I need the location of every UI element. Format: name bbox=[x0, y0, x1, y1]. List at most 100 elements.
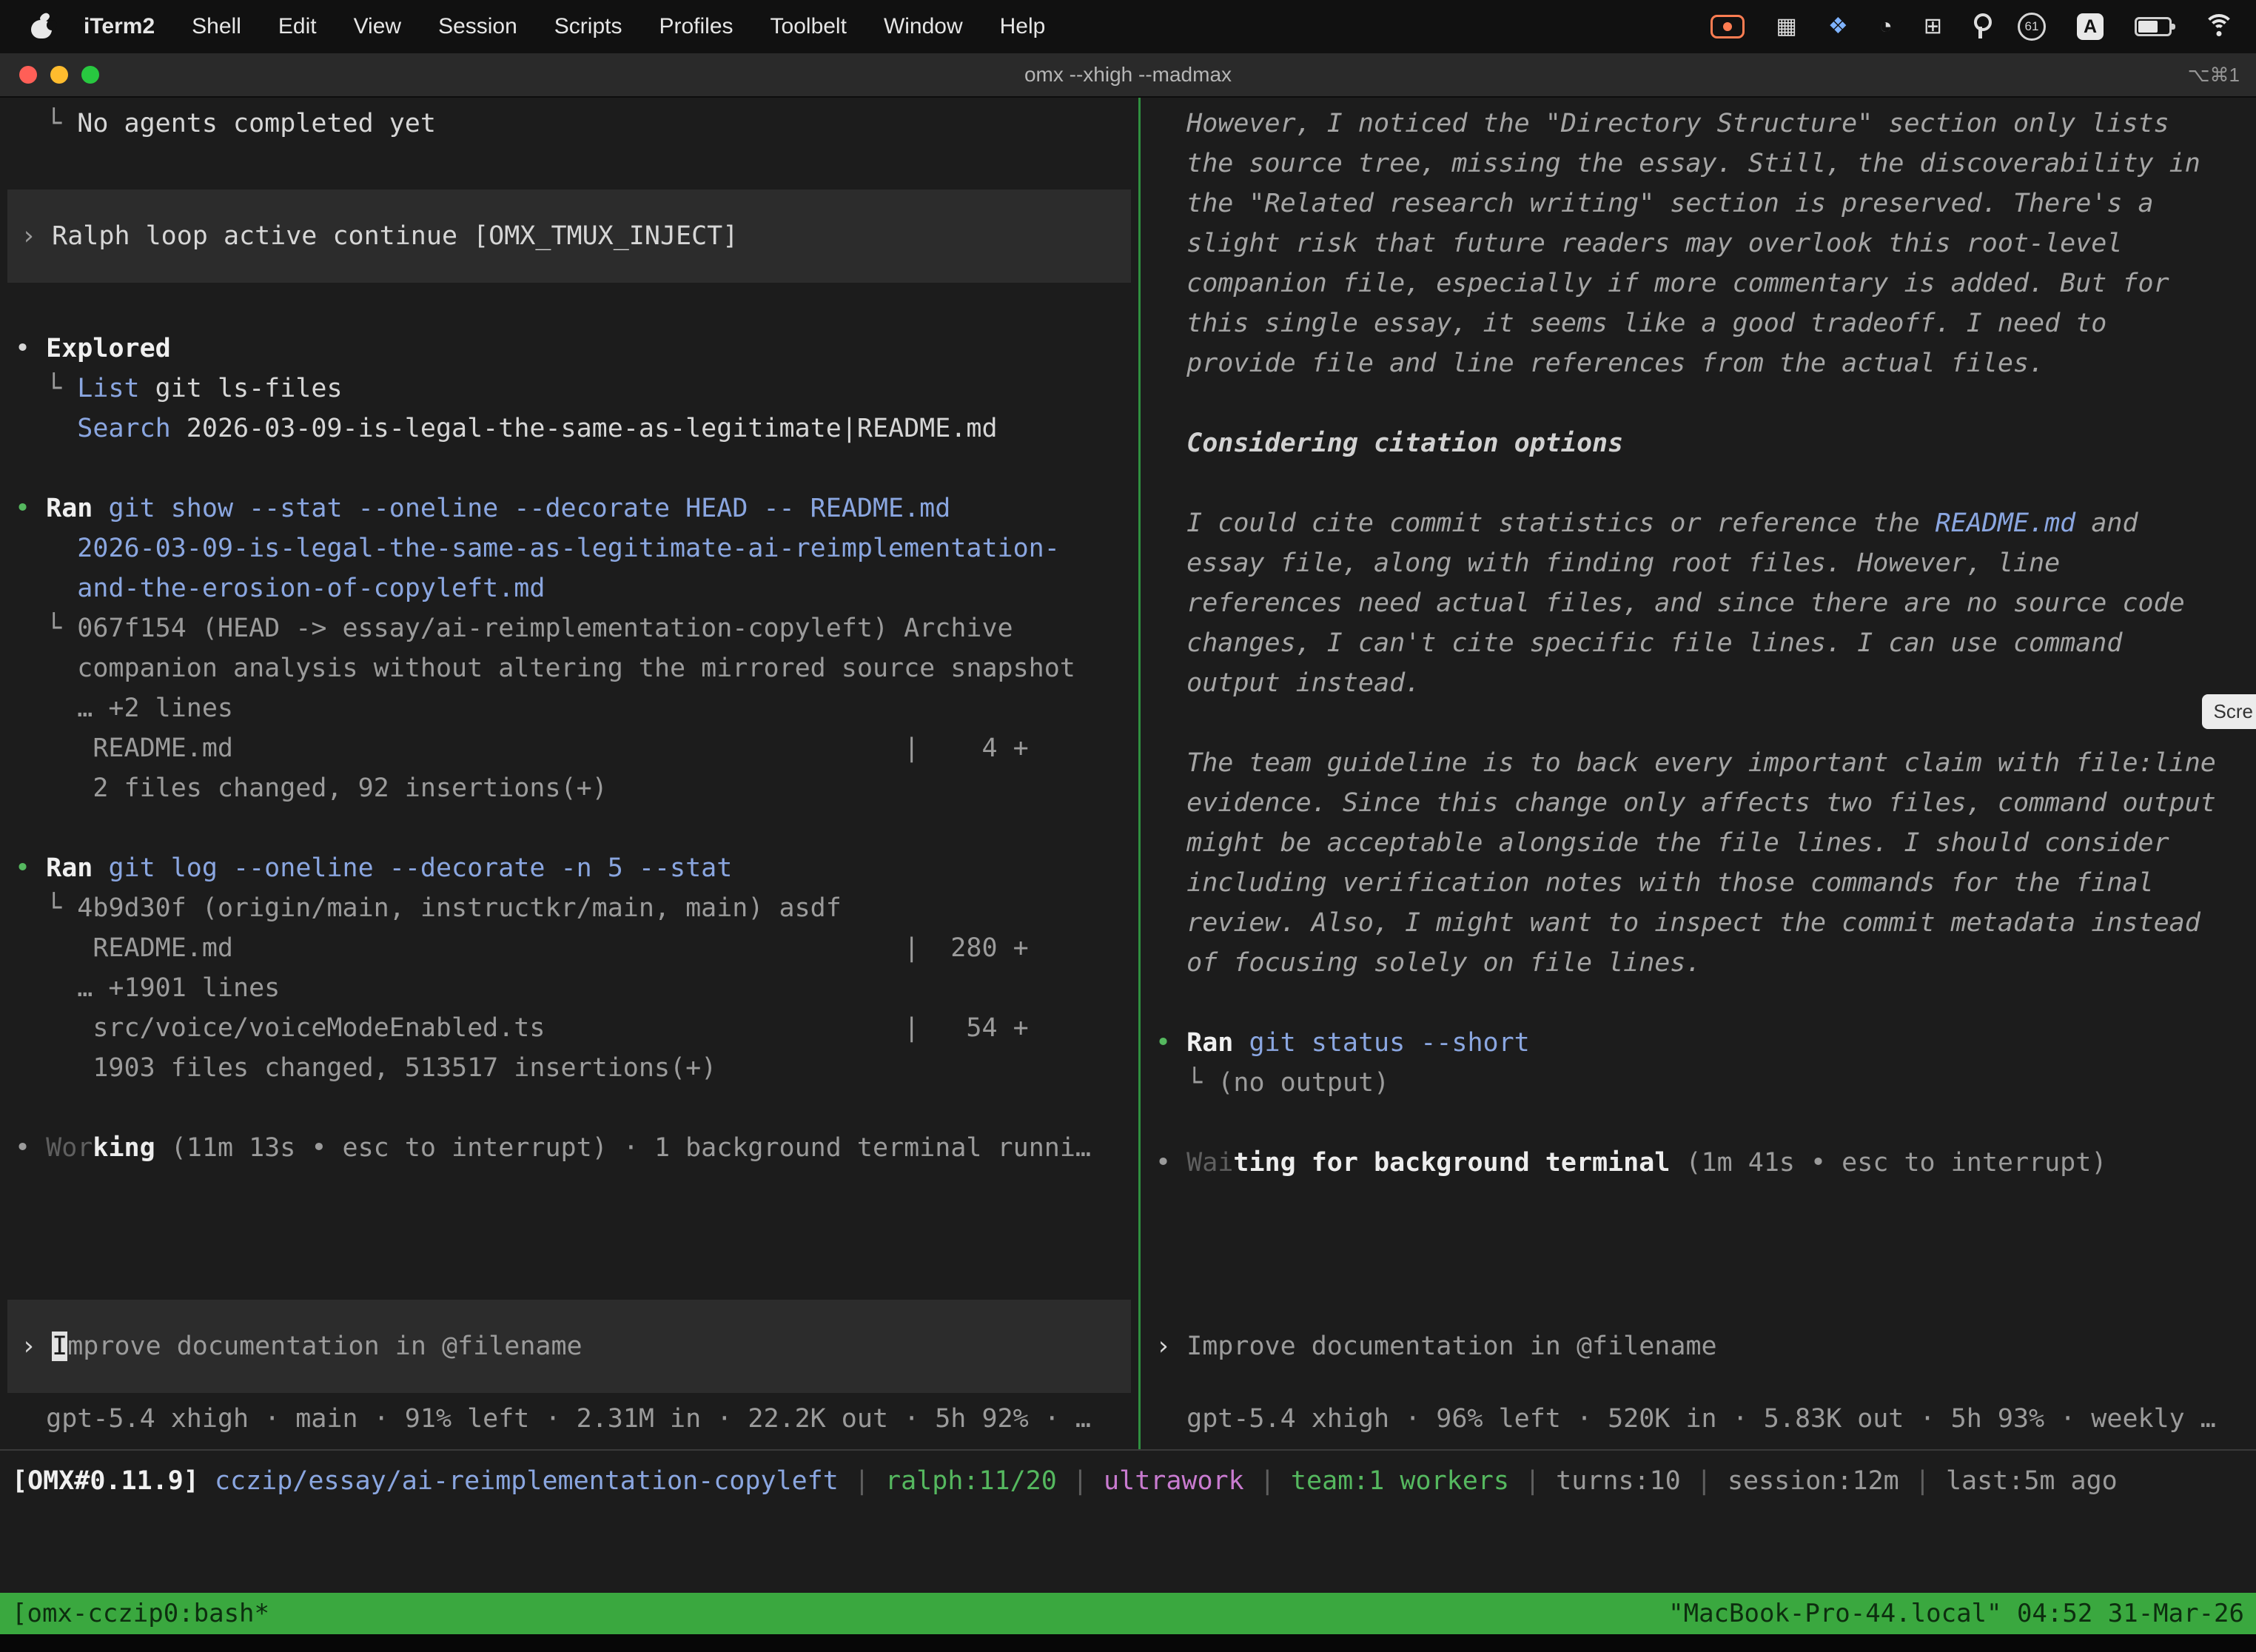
battery-percent-badge[interactable]: 61 bbox=[2018, 13, 2046, 41]
terminal-line: companion analysis without altering the … bbox=[0, 648, 1138, 688]
menu-item-view[interactable]: View bbox=[335, 14, 420, 39]
text-segment: README.md | 280 + bbox=[15, 933, 1029, 963]
input-source-icon[interactable]: A bbox=[2077, 13, 2104, 40]
tool-call-line: • Ran git show --stat --oneline --decora… bbox=[0, 488, 1138, 528]
key-icon[interactable] bbox=[1973, 13, 1987, 40]
text-segment: | bbox=[839, 1466, 885, 1496]
omx-status-line-text: [OMX#0.11.9] cczip/essay/ai-reimplementa… bbox=[0, 1461, 2256, 1501]
battery-icon[interactable] bbox=[2135, 17, 2172, 36]
text-segment: Considering citation options bbox=[1155, 429, 1623, 458]
menu-item-window[interactable]: Window bbox=[865, 14, 981, 39]
text-segment: essay file, along with finding root file… bbox=[1155, 548, 2060, 578]
terminal-line: the "Related research writing" section i… bbox=[1141, 184, 2256, 224]
window-title-bar[interactable]: omx --xhigh --madmax ⌥⌘1 bbox=[0, 53, 2256, 98]
screen-share-tooltip[interactable]: Scre bbox=[2202, 694, 2256, 729]
terminal-line: 1903 files changed, 513517 insertions(+) bbox=[0, 1048, 1138, 1088]
text-segment: references need actual files, and since … bbox=[1155, 588, 2185, 618]
terminal-line: README.md | 4 + bbox=[0, 728, 1138, 768]
terminal-line bbox=[0, 1088, 1138, 1128]
prompt-input: › Improve documentation in @filename bbox=[10, 1326, 1128, 1366]
text-segment: provide file and line references from th… bbox=[1155, 349, 2044, 378]
left-pane[interactable]: └ No agents completed yet › Ralph loop a… bbox=[0, 98, 1138, 1449]
text-segment: Wai bbox=[1186, 1148, 1233, 1178]
text-segment: └ bbox=[15, 893, 77, 923]
text-segment: └ bbox=[1155, 1068, 1218, 1098]
menu-item-toolbelt[interactable]: Toolbelt bbox=[752, 14, 865, 39]
menu-item-session[interactable]: Session bbox=[420, 14, 536, 39]
terminal-line bbox=[0, 808, 1138, 848]
screen-recording-indicator[interactable] bbox=[1711, 15, 1745, 38]
minimize-button[interactable] bbox=[50, 66, 68, 84]
text-segment: Improve documentation in @filename bbox=[1186, 1332, 1716, 1361]
macos-menu-bar: iTerm2ShellEditViewSessionScriptsProfile… bbox=[0, 0, 2256, 53]
tool-call-line: Search 2026-03-09-is-legal-the-same-as-l… bbox=[0, 409, 1138, 449]
tmux-session-label: [omx-cczip0:bash* bbox=[12, 1599, 269, 1628]
text-segment: I bbox=[52, 1332, 67, 1361]
keypad-icon[interactable]: ▦ bbox=[1776, 16, 1796, 38]
text-segment: (no output) bbox=[1218, 1068, 1389, 1098]
app-grid-icon[interactable]: ⊞ bbox=[1924, 16, 1942, 38]
text-segment: └ bbox=[15, 109, 77, 138]
text-segment: 2026-03-09-is-legal-the-same-as-legitima… bbox=[77, 534, 1060, 563]
text-segment: Ran bbox=[1186, 1028, 1233, 1058]
omx-status-line: [OMX#0.11.9] cczip/essay/ai-reimplementa… bbox=[0, 1461, 2256, 1501]
zoom-button[interactable] bbox=[81, 66, 99, 84]
menu-item-edit[interactable]: Edit bbox=[260, 14, 335, 39]
terminal-line bbox=[1141, 983, 2256, 1023]
menu-items: iTerm2ShellEditViewSessionScriptsProfile… bbox=[65, 14, 1064, 39]
text-segment: › bbox=[21, 1332, 52, 1361]
tool-output-line: └ (no output) bbox=[1141, 1063, 2256, 1103]
menu-item-iterm2[interactable]: iTerm2 bbox=[65, 14, 173, 39]
menu-item-shell[interactable]: Shell bbox=[173, 14, 260, 39]
text-segment: Ran bbox=[46, 853, 93, 883]
text-segment: 1903 files changed, 513517 insertions(+) bbox=[15, 1053, 716, 1083]
text-segment: Ran bbox=[46, 494, 93, 523]
text-segment: of focusing solely on file lines. bbox=[1155, 948, 1702, 978]
text-segment: List bbox=[77, 374, 139, 403]
terminal-line: … +2 lines bbox=[0, 688, 1138, 728]
text-segment: evidence. Since this change only affects… bbox=[1155, 788, 2216, 818]
terminal-line: companion file, especially if more comme… bbox=[1141, 263, 2256, 303]
ralph-loop-banner: › Ralph loop active continue [OMX_TMUX_I… bbox=[7, 189, 1131, 283]
text-segment: • bbox=[15, 494, 46, 523]
text-segment: README.md bbox=[1936, 508, 2076, 538]
text-segment: changes, I can't cite specific file line… bbox=[1155, 628, 2122, 658]
text-segment: └ bbox=[15, 374, 77, 403]
raycast-icon[interactable]: ❖ bbox=[1828, 16, 1848, 38]
text-segment: last:5m ago bbox=[1946, 1466, 2118, 1496]
text-segment: … +2 lines bbox=[15, 694, 233, 723]
battery-icon-fill bbox=[2138, 21, 2158, 33]
right-pane-bottom: › Improve documentation in @filename gpt… bbox=[1141, 1326, 2256, 1439]
text-segment: README.md | 4 + bbox=[15, 733, 1029, 763]
apple-menu-icon[interactable] bbox=[31, 15, 52, 38]
terminal-line bbox=[1141, 1103, 2256, 1143]
text-segment bbox=[93, 494, 108, 523]
prompt-input[interactable]: › Improve documentation in @filename bbox=[7, 1300, 1131, 1393]
menu-item-help[interactable]: Help bbox=[981, 14, 1064, 39]
terminal-line: provide file and line references from th… bbox=[1141, 343, 2256, 383]
terminal-line bbox=[0, 144, 1138, 184]
bottom-strip bbox=[0, 1634, 2256, 1652]
text-segment: 2 files changed, 92 insertions(+) bbox=[15, 773, 608, 803]
window-title: omx --xhigh --madmax bbox=[0, 63, 2256, 87]
terminal-line: 2 files changed, 92 insertions(+) bbox=[0, 768, 1138, 808]
menu-item-scripts[interactable]: Scripts bbox=[536, 14, 641, 39]
window-controls bbox=[0, 66, 99, 84]
screen-recording-indicator-dot bbox=[1723, 22, 1732, 31]
tool-call-line: • Ran git status --short bbox=[1141, 1023, 2256, 1063]
agents-status-line: └ No agents completed yet bbox=[0, 104, 1138, 144]
menu-item-profiles[interactable]: Profiles bbox=[640, 14, 751, 39]
text-segment: └ bbox=[15, 614, 77, 643]
text-segment: | bbox=[1509, 1466, 1556, 1496]
shortcuts-icon[interactable]: ◔ bbox=[1879, 16, 1893, 38]
text-segment: the source tree, missing the essay. Stil… bbox=[1155, 149, 2200, 178]
terminal-line: changes, I can't cite specific file line… bbox=[1141, 623, 2256, 663]
text-segment: output instead. bbox=[1155, 668, 1420, 698]
menu-status-icons: ▦ ❖ ◔ ⊞ 61 A bbox=[1711, 13, 2235, 41]
close-button[interactable] bbox=[19, 66, 37, 84]
text-segment bbox=[15, 574, 77, 603]
wifi-icon[interactable] bbox=[2203, 14, 2235, 39]
prompt-input[interactable]: › Improve documentation in @filename bbox=[1141, 1326, 2256, 1366]
right-pane[interactable]: However, I noticed the "Directory Struct… bbox=[1141, 98, 2256, 1449]
text-segment: The team guideline is to back every impo… bbox=[1155, 748, 2216, 778]
